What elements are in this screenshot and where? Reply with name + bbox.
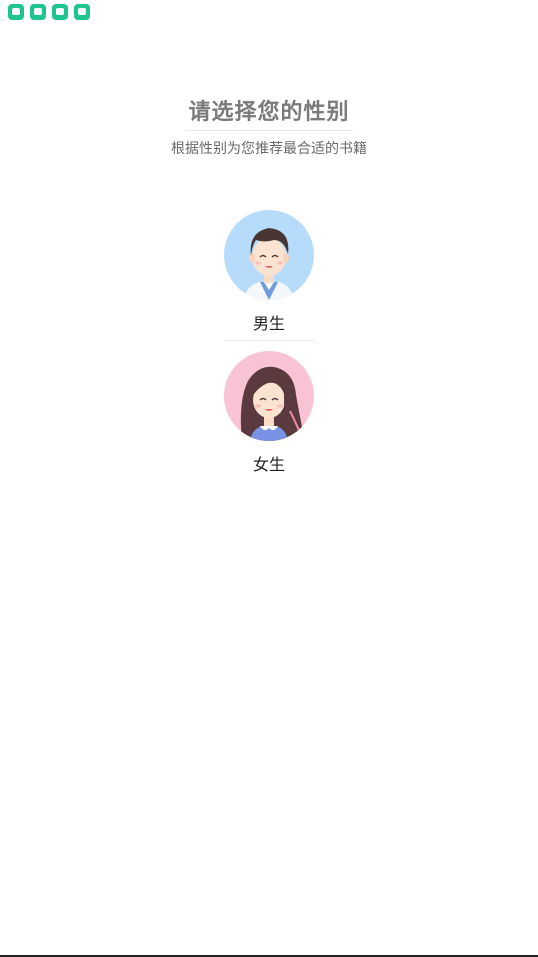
app-notification-icon — [30, 4, 46, 20]
status-bar — [8, 4, 90, 20]
option-divider — [224, 340, 314, 341]
male-avatar-button[interactable] — [224, 210, 314, 300]
female-option-label[interactable]: 女生 — [0, 451, 538, 475]
male-avatar-icon — [244, 228, 294, 300]
male-option-label[interactable]: 男生 — [0, 310, 538, 334]
app-notification-icon — [8, 4, 24, 20]
female-avatar-icon — [240, 366, 304, 441]
page-subtitle: 根据性别为您推荐最合适的书籍 — [171, 141, 367, 157]
female-avatar-button[interactable] — [224, 351, 314, 441]
page-title: 请选择您的性别 — [188, 100, 350, 125]
title-divider — [185, 130, 353, 131]
app-notification-icon — [52, 4, 68, 20]
app-notification-icon — [74, 4, 90, 20]
